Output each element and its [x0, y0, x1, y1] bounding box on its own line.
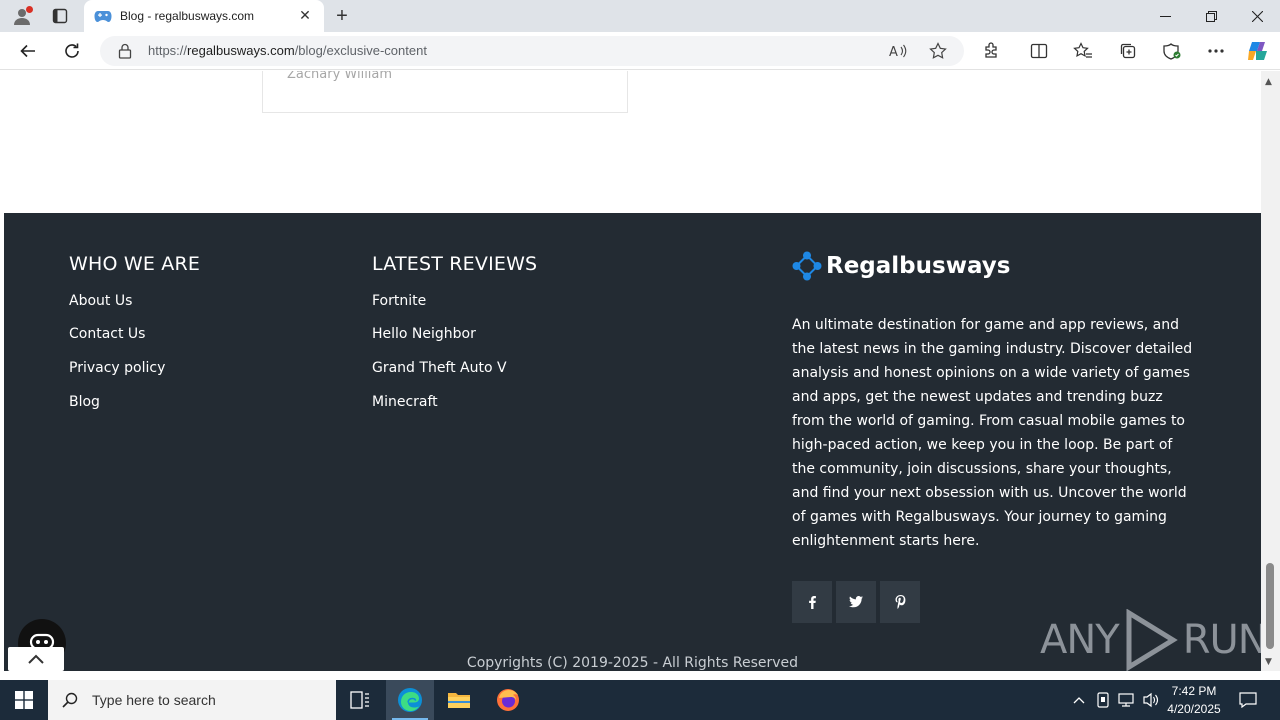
- chevron-up-icon: [1073, 697, 1085, 704]
- tab-actions-icon[interactable]: [48, 4, 72, 28]
- search-icon: [62, 692, 78, 708]
- post-card[interactable]: Zachary William: [262, 71, 628, 113]
- windows-taskbar: Type here to search 7:42 PM 4/20/2025: [0, 680, 1280, 720]
- taskbar-clock[interactable]: 7:42 PM 4/20/2025: [1158, 682, 1230, 718]
- notification-icon: [1239, 692, 1257, 708]
- footer-link-about-us[interactable]: About Us: [69, 293, 132, 309]
- browser-tab-active[interactable]: Blog - regalbusways.com ✕: [84, 0, 324, 32]
- scroll-up-arrow-icon[interactable]: ▲: [1265, 77, 1272, 87]
- favorites-icon[interactable]: [1069, 38, 1097, 64]
- notifications-button[interactable]: [1234, 680, 1262, 720]
- close-window-button[interactable]: [1234, 0, 1280, 32]
- footer-link-blog[interactable]: Blog: [69, 394, 100, 410]
- restore-button[interactable]: [1188, 0, 1234, 32]
- windows-logo-icon: [15, 691, 33, 709]
- facebook-button[interactable]: [792, 581, 832, 623]
- url-text[interactable]: https://regalbusways.com/blog/exclusive-…: [148, 43, 427, 58]
- brand-logo-icon: [792, 251, 822, 281]
- taskbar-search-box[interactable]: Type here to search: [48, 680, 336, 720]
- split-screen-icon[interactable]: [1025, 38, 1053, 64]
- scroll-down-arrow-icon[interactable]: ▼: [1265, 657, 1272, 667]
- device-status-icon[interactable]: [1092, 680, 1114, 720]
- twitter-icon: [849, 596, 863, 608]
- refresh-button[interactable]: [58, 38, 86, 64]
- network-icon[interactable]: [1116, 680, 1138, 720]
- taskbar-firefox[interactable]: [484, 680, 532, 720]
- show-hidden-icons-button[interactable]: [1068, 680, 1090, 720]
- favorite-star-icon[interactable]: [928, 41, 948, 61]
- tab-close-icon[interactable]: ✕: [296, 8, 314, 24]
- read-aloud-icon[interactable]: A: [888, 41, 908, 61]
- start-button[interactable]: [0, 680, 48, 720]
- edge-icon: [398, 688, 422, 712]
- review-link-fortnite[interactable]: Fortnite: [372, 293, 426, 309]
- more-options-icon[interactable]: [1202, 38, 1230, 64]
- scrollbar-thumb[interactable]: [1266, 563, 1274, 649]
- profile-icon[interactable]: [8, 4, 36, 28]
- new-tab-button[interactable]: +: [330, 4, 354, 28]
- post-author: Zachary William: [287, 71, 393, 82]
- brand-name: Regalbusways: [826, 253, 1011, 279]
- pinterest-icon: [895, 595, 905, 609]
- notification-dot: [26, 6, 33, 13]
- site-footer: WHO WE ARE About Us Contact Us Privacy p…: [4, 213, 1268, 671]
- footer-brand[interactable]: Regalbusways: [792, 251, 1010, 281]
- twitter-button[interactable]: [836, 581, 876, 623]
- taskbar-file-explorer[interactable]: [435, 680, 483, 720]
- browser-essentials-icon[interactable]: [1158, 38, 1186, 64]
- who-we-are-heading: WHO WE ARE: [69, 253, 201, 275]
- social-links: [792, 581, 920, 623]
- lock-icon[interactable]: [118, 43, 132, 59]
- back-button[interactable]: [14, 38, 42, 64]
- gamepad-favicon-icon: [94, 11, 112, 22]
- page-content: Zachary William WHO WE ARE About Us Cont…: [4, 71, 1268, 671]
- copyright-text: Copyrights (C) 2019-2025 - All Rights Re…: [466, 655, 799, 671]
- task-view-icon: [350, 691, 369, 709]
- scroll-to-top-button[interactable]: [8, 647, 64, 671]
- svg-text:A: A: [889, 45, 898, 59]
- extensions-icon[interactable]: [977, 38, 1005, 64]
- facebook-icon: [809, 596, 816, 609]
- review-link-gta-v[interactable]: Grand Theft Auto V: [372, 360, 507, 376]
- review-link-hello-neighbor[interactable]: Hello Neighbor: [372, 326, 476, 342]
- firefox-icon: [497, 689, 519, 711]
- taskbar-edge[interactable]: [386, 680, 434, 720]
- brand-description: An ultimate destination for game and app…: [792, 317, 1193, 549]
- browser-tab-strip: Blog - regalbusways.com ✕ +: [0, 0, 1280, 32]
- footer-link-privacy-policy[interactable]: Privacy policy: [69, 360, 165, 376]
- task-view-button[interactable]: [336, 680, 384, 720]
- review-link-minecraft[interactable]: Minecraft: [372, 394, 438, 410]
- latest-reviews-heading: LATEST REVIEWS: [372, 253, 538, 275]
- pinterest-button[interactable]: [880, 581, 920, 623]
- footer-link-contact-us[interactable]: Contact Us: [69, 326, 145, 342]
- collections-icon[interactable]: [1114, 38, 1142, 64]
- tab-title: Blog - regalbusways.com: [120, 9, 255, 23]
- page-viewport: Zachary William WHO WE ARE About Us Cont…: [0, 71, 1280, 671]
- copilot-icon[interactable]: [1244, 38, 1272, 64]
- minimize-button[interactable]: [1142, 0, 1188, 32]
- chevron-up-icon: [28, 654, 44, 664]
- address-bar[interactable]: https://regalbusways.com/blog/exclusive-…: [100, 36, 964, 66]
- search-placeholder: Type here to search: [92, 692, 216, 708]
- browser-toolbar: https://regalbusways.com/blog/exclusive-…: [0, 32, 1280, 70]
- folder-icon: [448, 693, 470, 708]
- clock-time: 7:42 PM: [1171, 684, 1217, 698]
- page-scrollbar[interactable]: ▲ ▼: [1261, 71, 1280, 671]
- clock-date: 4/20/2025: [1167, 702, 1221, 716]
